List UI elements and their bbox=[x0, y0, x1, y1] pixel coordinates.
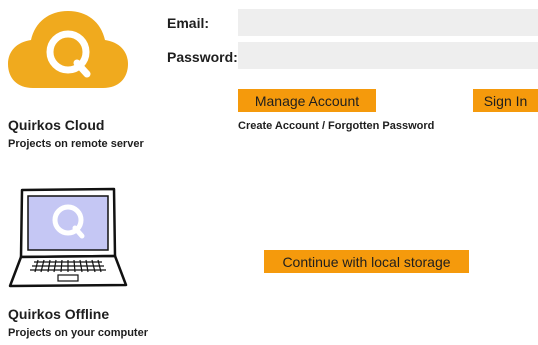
offline-subtitle: Projects on your computer bbox=[8, 327, 148, 339]
sign-in-label: Sign In bbox=[483, 92, 528, 109]
continue-local-storage-button[interactable]: Continue with local storage bbox=[264, 250, 469, 273]
create-account-link[interactable]: Create Account / Forgotten Password bbox=[238, 120, 434, 132]
manage-account-button[interactable]: Manage Account bbox=[238, 89, 376, 112]
email-field[interactable] bbox=[238, 9, 538, 36]
password-field[interactable] bbox=[238, 42, 538, 69]
offline-title: Quirkos Offline bbox=[8, 306, 110, 322]
cloud-title: Quirkos Cloud bbox=[8, 117, 105, 133]
sign-in-button[interactable]: Sign In bbox=[473, 89, 538, 112]
laptop-logo-icon bbox=[8, 187, 128, 288]
quirkos-login-page: Quirkos Cloud Projects on remote server … bbox=[0, 0, 538, 345]
manage-account-label: Manage Account bbox=[254, 92, 360, 109]
password-label: Password: bbox=[167, 49, 238, 65]
cloud-subtitle: Projects on remote server bbox=[8, 138, 144, 150]
email-label: Email: bbox=[167, 15, 210, 31]
continue-local-storage-label: Continue with local storage bbox=[282, 253, 451, 270]
cloud-logo-icon bbox=[8, 11, 128, 88]
